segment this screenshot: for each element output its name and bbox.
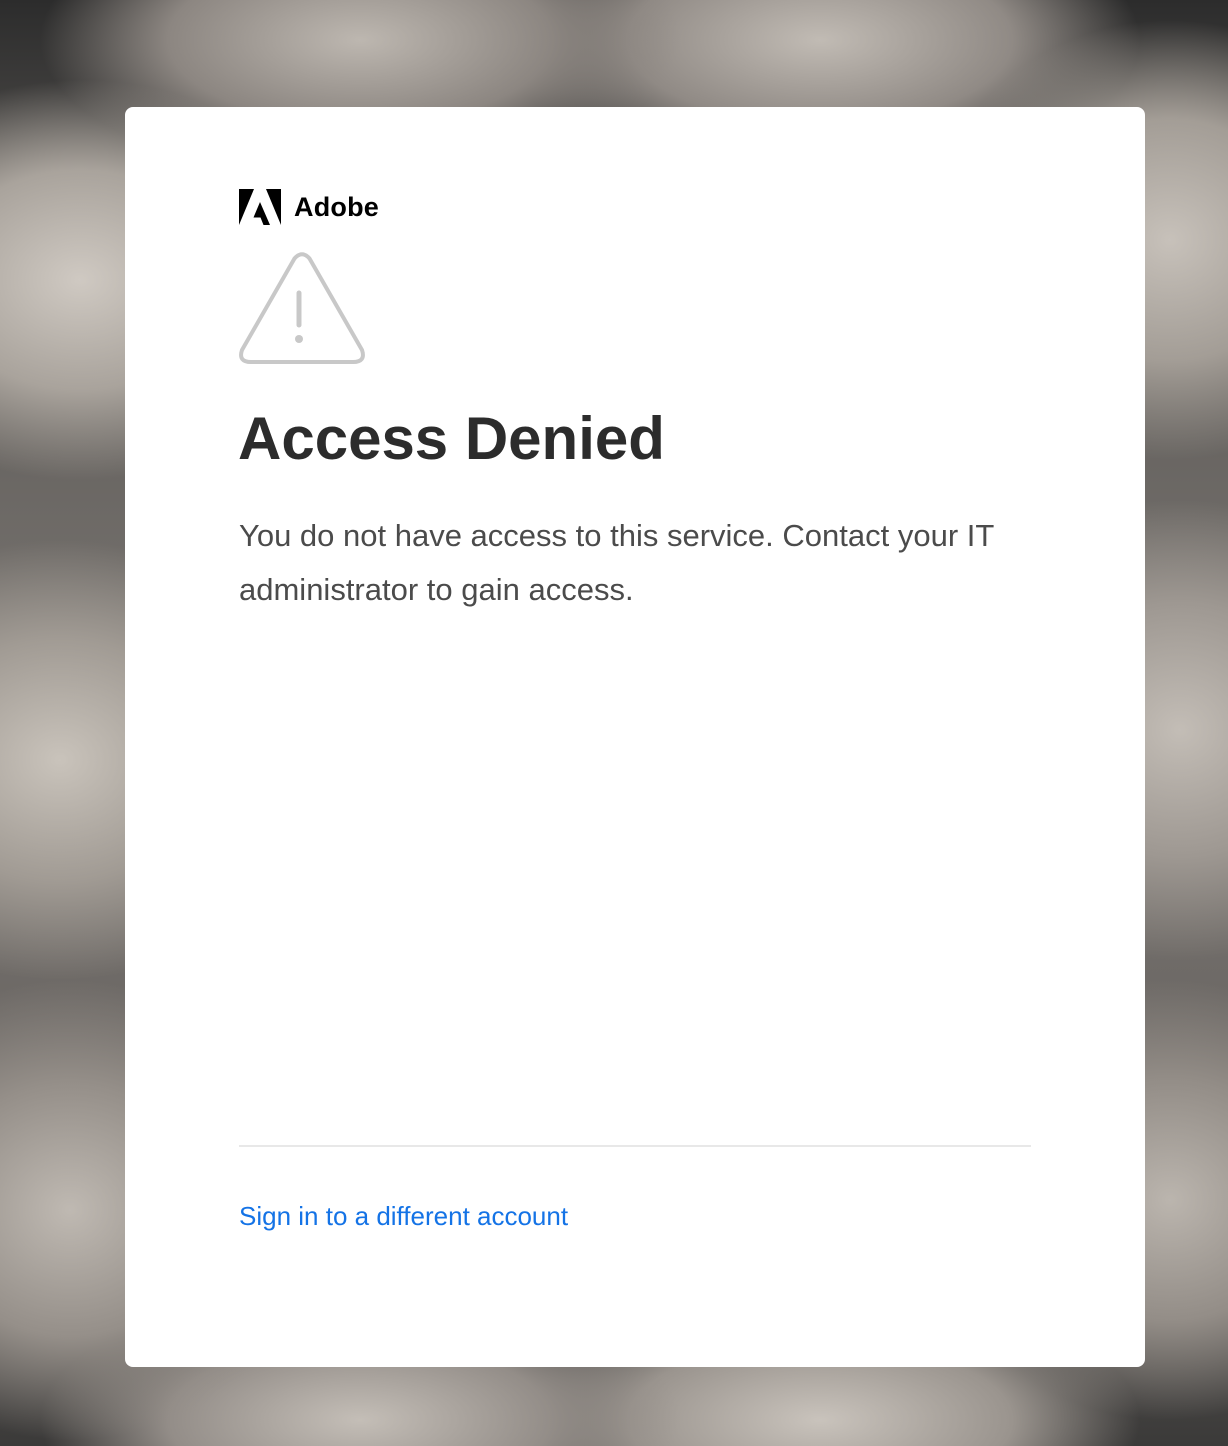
- brand-name: Adobe: [294, 191, 379, 222]
- sign-in-different-account-link[interactable]: Sign in to a different account: [239, 1196, 568, 1236]
- divider: [239, 1145, 1031, 1147]
- warning-triangle-icon: [239, 252, 365, 364]
- access-denied-card: Adobe Access Denied You do not have acce…: [125, 107, 1145, 1367]
- error-message: You do not have access to this service. …: [239, 518, 994, 607]
- page-title: Access Denied: [238, 405, 665, 472]
- adobe-logo-icon: [239, 189, 281, 225]
- adobe-logo: Adobe: [239, 189, 379, 225]
